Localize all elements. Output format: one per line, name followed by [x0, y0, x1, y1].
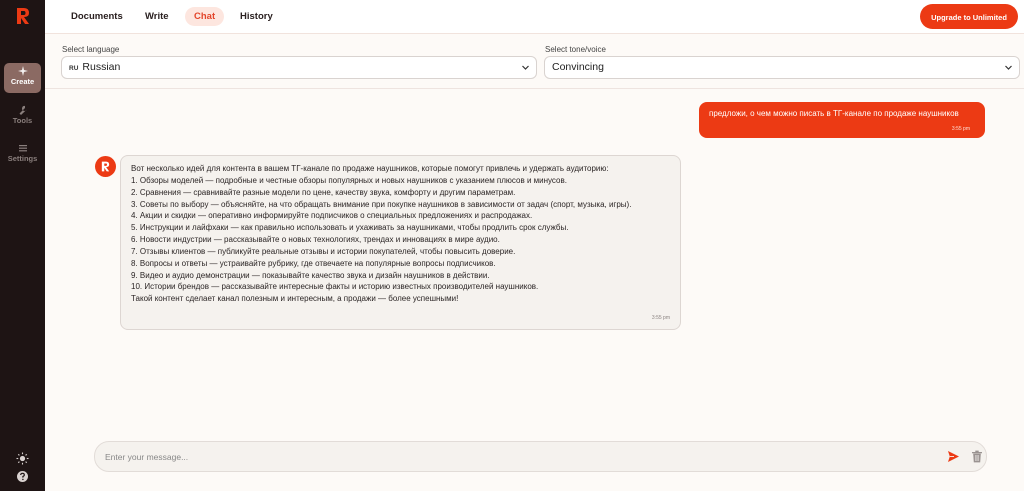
tab-documents[interactable]: Documents [62, 7, 132, 26]
message-time: 3:55 pm [951, 126, 970, 132]
sidebar: Create Tools Settings [0, 0, 45, 491]
language-value: Russian [82, 61, 121, 73]
flag-badge: RU [69, 65, 79, 72]
message-line: 1. Обзоры моделей — подробные и честные … [131, 175, 567, 185]
sidebar-item-tools[interactable]: Tools [4, 102, 41, 132]
tone-select[interactable]: Convincing [544, 56, 1020, 79]
message-line: 8. Вопросы и ответы — устраивайте рубрик… [131, 258, 496, 268]
message-composer [94, 441, 987, 472]
user-message: предложи, о чем можно писать в ТГ-канале… [699, 102, 985, 138]
help-icon[interactable] [16, 470, 29, 483]
tab-chat[interactable]: Chat [185, 7, 225, 26]
message-input[interactable] [103, 448, 927, 466]
tab-history[interactable]: History [231, 7, 282, 26]
chevron-down-icon [522, 65, 529, 70]
sidebar-item-create[interactable]: Create [4, 63, 41, 93]
sidebar-item-label: Tools [12, 116, 33, 125]
message-line: 10. Истории брендов — рассказывайте инте… [131, 282, 539, 292]
message-time: 3:55 pm [651, 315, 670, 321]
message-line: 7. Отзывы клиентов — публикуйте реальные… [131, 246, 516, 256]
message-line: Вот несколько идей для контента в вашем … [131, 164, 609, 173]
sidebar-item-label: Create [10, 77, 35, 86]
top-nav: Documents Write Chat History Upgrade to … [45, 0, 1024, 34]
tone-label: Select tone/voice [545, 45, 606, 54]
app-logo[interactable] [14, 6, 32, 26]
message-line: 9. Видео и аудио демонстрации — показыва… [131, 270, 490, 280]
language-label: Select language [62, 45, 120, 54]
divider [45, 88, 1024, 89]
menu-lines-icon [18, 145, 27, 152]
sidebar-item-label: Settings [7, 154, 38, 163]
send-icon[interactable] [947, 450, 960, 463]
message-line: 3. Советы по выбору — объясняйте, на что… [131, 199, 632, 209]
assistant-avatar [95, 156, 116, 177]
message-line: 6. Новости индустрии — рассказывайте о н… [131, 235, 500, 245]
sparkle-icon [17, 66, 28, 76]
upgrade-button[interactable]: Upgrade to Unlimited [920, 4, 1018, 29]
tone-value: Convincing [552, 61, 604, 73]
message-line: 2. Сравнения — сравнивайте разные модели… [131, 187, 516, 197]
message-line: 4. Акции и скидки — оперативно информиру… [131, 211, 533, 221]
wrench-icon [19, 105, 27, 115]
message-text: предложи, о чем можно писать в ТГ-канале… [709, 109, 959, 118]
assistant-message: Вот несколько идей для контента в вашем … [120, 155, 681, 330]
logo-icon [101, 161, 110, 172]
message-line: Такой контент сделает канал полезным и и… [131, 294, 459, 304]
message-text: Вот несколько идей для контента в вашем … [131, 163, 631, 305]
trash-icon[interactable] [971, 450, 983, 463]
language-select[interactable]: RU Russian [61, 56, 537, 79]
sidebar-item-settings[interactable]: Settings [4, 140, 41, 170]
sun-icon[interactable] [16, 452, 29, 465]
message-line: 5. Инструкции и лайфхаки — как правильно… [131, 223, 569, 233]
tab-write[interactable]: Write [136, 7, 178, 26]
chevron-down-icon [1005, 65, 1012, 70]
